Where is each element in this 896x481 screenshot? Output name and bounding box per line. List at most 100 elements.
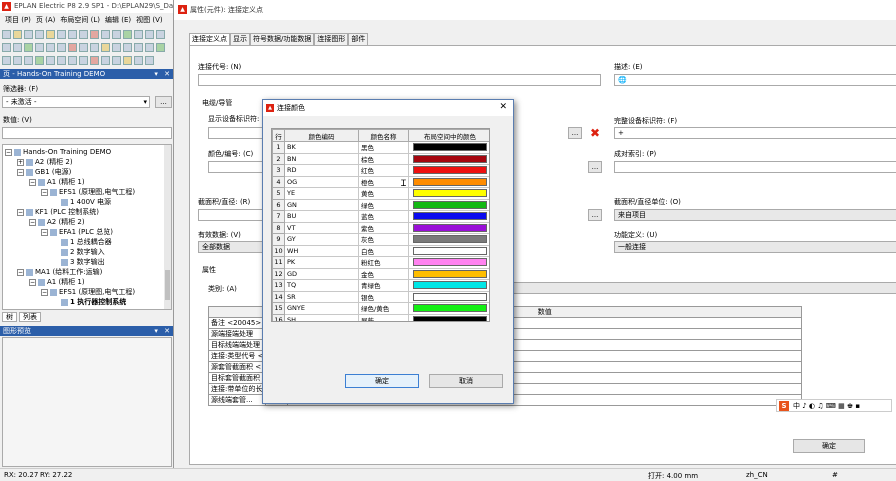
collapse-icon[interactable]: − (17, 168, 24, 176)
color-row[interactable]: 16 SH 屏蔽 (272, 313, 489, 321)
color-name[interactable]: 红色 (358, 164, 409, 177)
color-row[interactable]: 14 SR 银色 (272, 290, 489, 303)
layout-color-cell[interactable] (408, 233, 489, 246)
color-name[interactable]: 蓝色 (358, 210, 409, 223)
zoom-fit-icon[interactable] (24, 55, 33, 65)
save-icon[interactable] (24, 29, 33, 39)
cancel-button[interactable]: 取消 (429, 374, 503, 388)
conn-code-input[interactable] (198, 74, 601, 86)
color-code[interactable]: RD (284, 164, 359, 177)
angle-icon[interactable] (35, 42, 44, 52)
image-icon[interactable] (101, 55, 110, 65)
ok-button[interactable]: 确定 (345, 374, 419, 388)
props-ok-button[interactable]: 确定 (793, 439, 865, 453)
attr-row[interactable]: 目标套管截面积 (207, 372, 267, 384)
layer-icon[interactable] (35, 55, 44, 65)
layout-color-cell[interactable] (408, 313, 489, 321)
delete-icon[interactable] (90, 29, 99, 39)
color-code[interactable]: GD (284, 267, 359, 280)
delete-icon[interactable]: ✖ (588, 126, 602, 140)
tree-node[interactable]: − A2 (精柜 2) (29, 218, 85, 227)
desc-input[interactable]: 🌐 (614, 74, 896, 86)
potential-icon[interactable] (145, 42, 154, 52)
layout-color-cell[interactable] (408, 141, 489, 154)
macro-icon[interactable] (123, 55, 132, 65)
sogou-logo-icon[interactable]: S (779, 400, 789, 411)
valid-data-select[interactable]: 全部数据 (198, 241, 268, 253)
cross-section-more-button[interactable]: ... (588, 209, 602, 221)
cable-icon[interactable] (112, 42, 121, 52)
color-code[interactable]: SR (284, 290, 359, 303)
color-name[interactable]: 青绿色 (358, 279, 409, 292)
tab-symbol-data[interactable]: 符号数据/功能数据 (250, 33, 315, 45)
display-dev-more-button[interactable]: ... (568, 127, 582, 139)
tree-node[interactable]: − KF1 (PLC 控制系统) (17, 208, 99, 217)
tee-icon[interactable] (46, 42, 55, 52)
pair-index-input[interactable] (614, 161, 896, 173)
zoom-out-icon[interactable] (13, 55, 22, 65)
color-name[interactable]: 黑色 (358, 141, 409, 154)
color-row[interactable]: 10 WH 白色 (272, 244, 489, 257)
jump-icon[interactable] (79, 42, 88, 52)
cross-icon[interactable] (57, 42, 66, 52)
tab-parts[interactable]: 部件 (348, 33, 369, 45)
redo-icon[interactable] (156, 29, 165, 39)
color-name[interactable]: 屏蔽 (358, 313, 409, 321)
copy-icon[interactable] (68, 29, 77, 39)
collapse-icon[interactable]: − (41, 228, 48, 236)
layout-color-cell[interactable] (408, 279, 489, 292)
color-code[interactable]: BN (284, 152, 359, 165)
tree-node[interactable]: + A2 (精柜 2) (17, 158, 73, 167)
menu-view[interactable]: 视图 (V) (136, 15, 162, 25)
layout-color-cell[interactable] (408, 164, 489, 177)
collapse-icon[interactable]: − (5, 148, 12, 156)
color-name[interactable]: 粉红色 (358, 256, 409, 269)
layout-color-cell[interactable] (408, 221, 489, 234)
collapse-icon[interactable]: − (41, 288, 48, 296)
color-row[interactable]: 3 RD 红色 (272, 164, 489, 177)
color-code[interactable]: GNYE (284, 302, 359, 315)
tree-page-selected[interactable]: 1 执行器控制系统 (61, 298, 126, 307)
refresh-icon[interactable] (145, 55, 154, 65)
grid-icon[interactable] (112, 29, 121, 39)
menu-edit[interactable]: 编辑 (E) (105, 15, 131, 25)
panel-buttons[interactable]: ▾ ✕ (154, 326, 172, 336)
color-name[interactable]: 棕色 (358, 152, 409, 165)
plug-icon[interactable] (101, 42, 110, 52)
layout-color-cell[interactable] (408, 187, 489, 200)
layout-color-cell[interactable] (408, 302, 489, 315)
color-row[interactable]: 2 BN 棕色 (272, 152, 489, 165)
color-row[interactable]: 12 GD 金色 (272, 267, 489, 280)
color-name[interactable]: 绿色 (358, 198, 409, 211)
menu-project[interactable]: 项目 (P) (5, 15, 31, 25)
color-code[interactable]: WH (284, 244, 359, 257)
tree-page[interactable]: 2 数字输入 (61, 248, 105, 257)
layout-color-cell[interactable] (408, 244, 489, 257)
check-icon[interactable] (123, 29, 132, 39)
pencil-icon[interactable] (46, 29, 55, 39)
color-name[interactable]: 金色 (358, 267, 409, 280)
tree-node[interactable]: − EFA1 (PLC 总览) (41, 228, 113, 237)
color-code[interactable]: GY (284, 233, 359, 246)
color-code[interactable]: BU (284, 210, 359, 223)
color-code[interactable]: SH (284, 313, 359, 321)
color-code[interactable]: TQ (284, 279, 359, 292)
tab-tree[interactable]: 树 (2, 312, 17, 322)
text-icon[interactable] (46, 55, 55, 65)
collapse-icon[interactable]: − (29, 278, 36, 286)
arc-icon[interactable] (90, 55, 99, 65)
color-code[interactable]: GN (284, 198, 359, 211)
color-name[interactable]: 灰色 (358, 233, 409, 246)
func-def-select[interactable]: 一般连接 (614, 241, 896, 253)
cross-unit-select[interactable]: 来自项目 (614, 209, 896, 221)
dimension-icon[interactable] (112, 55, 121, 65)
tree-node[interactable]: − EFS1 (原理图,电气工程) (41, 188, 135, 197)
filter-select[interactable]: - 未激活 - ▾ (2, 96, 150, 108)
color-name[interactable]: 紫色 (358, 221, 409, 234)
cross-section-input[interactable] (198, 209, 268, 221)
bus-icon[interactable] (134, 42, 143, 52)
tree-node[interactable]: − GB1 (电源) (17, 168, 71, 177)
tree-node[interactable]: − MA1 (给料工作:运输) (17, 268, 102, 277)
rect-icon[interactable] (68, 55, 77, 65)
tree-page[interactable]: 1 总线耦合器 (61, 238, 112, 247)
